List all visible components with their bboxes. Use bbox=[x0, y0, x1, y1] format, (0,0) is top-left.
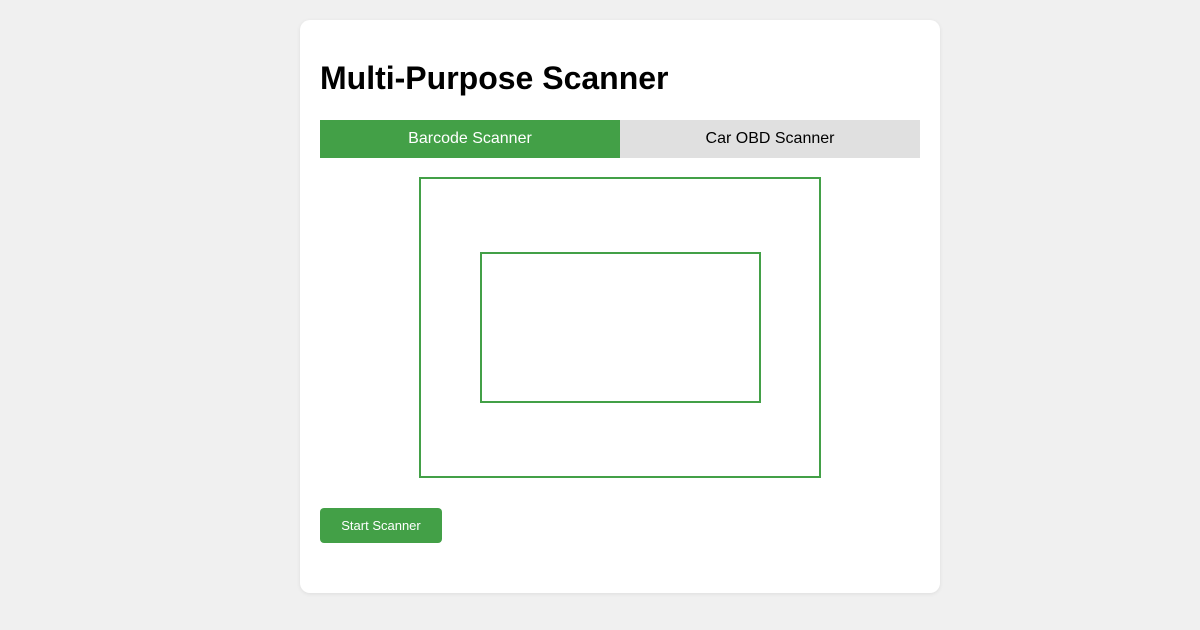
scanner-card: Multi-Purpose Scanner Barcode Scanner Ca… bbox=[300, 20, 940, 593]
scanner-tabs: Barcode Scanner Car OBD Scanner bbox=[320, 120, 920, 158]
scanner-viewport bbox=[419, 177, 821, 478]
page-title: Multi-Purpose Scanner bbox=[320, 60, 669, 96]
tab-barcode-scanner[interactable]: Barcode Scanner bbox=[320, 120, 620, 158]
tab-car-obd-scanner[interactable]: Car OBD Scanner bbox=[620, 120, 920, 158]
start-scanner-button[interactable]: Start Scanner bbox=[320, 508, 442, 543]
scan-region-frame bbox=[480, 252, 761, 403]
